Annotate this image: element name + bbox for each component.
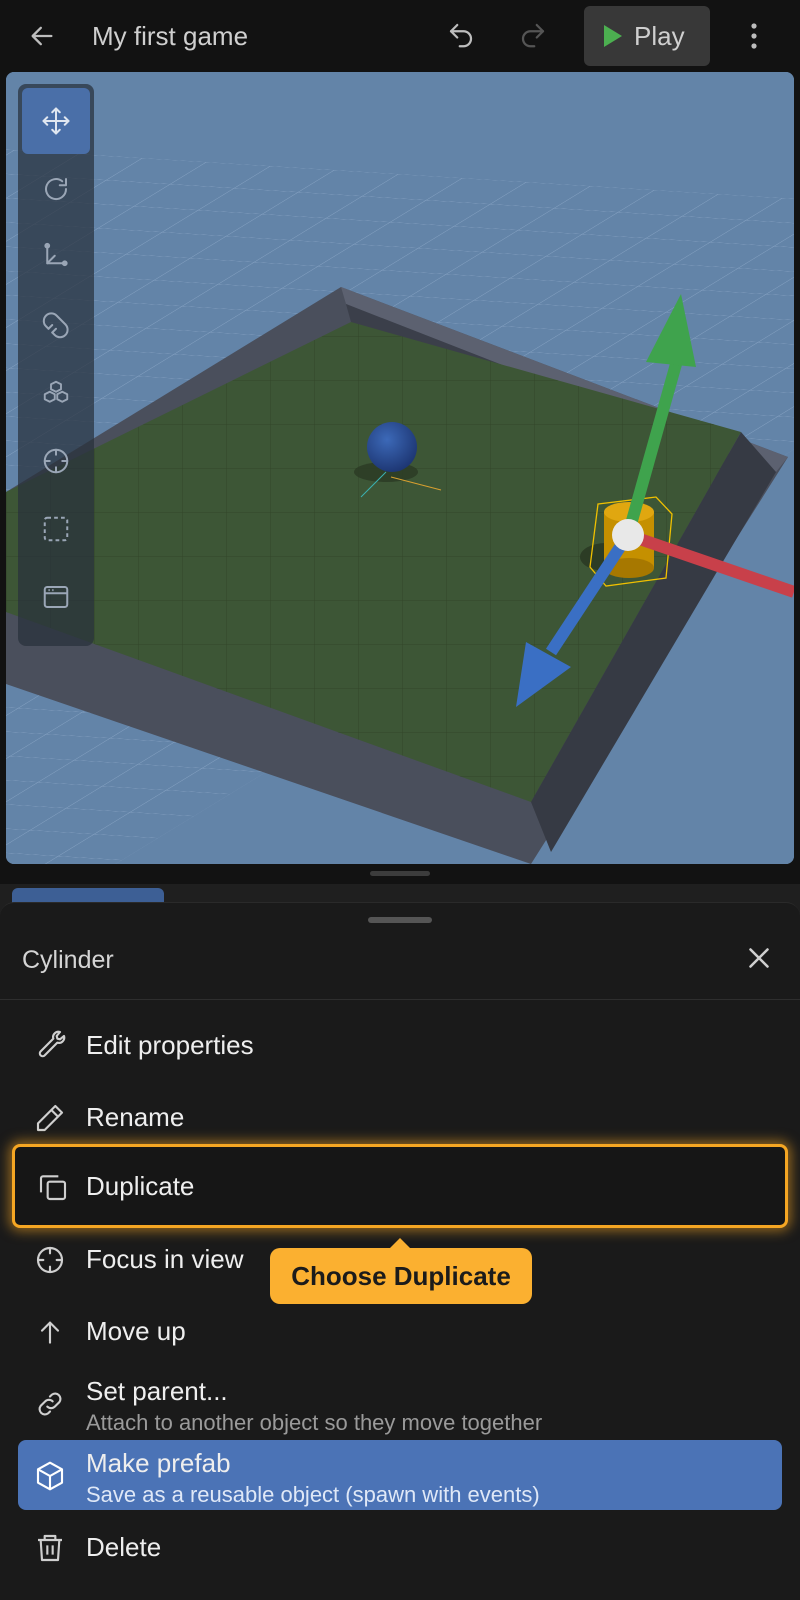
tooltip-arrow xyxy=(388,1238,412,1250)
wrench-icon xyxy=(38,1030,66,1058)
viewport-resize-handle[interactable] xyxy=(370,871,430,876)
menu-item-label: Focus in view xyxy=(86,1244,244,1274)
menu-item-rename[interactable]: Rename xyxy=(18,1082,782,1152)
window-icon xyxy=(43,586,69,608)
tool-rotate[interactable] xyxy=(22,156,90,222)
tool-rail xyxy=(18,84,94,646)
play-label: Play xyxy=(634,20,685,51)
selection-box-icon xyxy=(43,516,69,542)
cubes-icon xyxy=(43,380,69,403)
menu-item-description: Attach to another object so they move to… xyxy=(86,1410,543,1435)
tool-focus[interactable] xyxy=(22,428,90,494)
rotate-icon xyxy=(45,178,68,201)
tool-move[interactable] xyxy=(22,88,90,154)
arrow-left-icon xyxy=(31,26,53,46)
pencil-icon xyxy=(36,1104,64,1132)
back-button[interactable] xyxy=(22,18,62,54)
hint-tooltip: Choose Duplicate xyxy=(270,1238,532,1304)
menu-item-label: Set parent... xyxy=(86,1376,228,1406)
close-button[interactable] xyxy=(742,941,778,977)
play-icon xyxy=(604,25,622,47)
menu-item-label: Duplicate xyxy=(86,1171,195,1201)
menu-item-description: Save as a reusable object (spawn with ev… xyxy=(86,1482,540,1507)
tooltip-text: Choose Duplicate xyxy=(291,1260,511,1291)
tool-select[interactable] xyxy=(22,496,90,562)
sheet-divider xyxy=(0,999,800,1000)
sheet-title: Cylinder xyxy=(22,946,114,974)
scale-axes-icon xyxy=(44,242,68,267)
top-bar: My first game Play xyxy=(0,0,800,72)
box-icon xyxy=(36,1461,64,1491)
crosshair-icon xyxy=(36,1246,64,1274)
close-icon xyxy=(749,948,769,968)
more-menu-button[interactable] xyxy=(738,18,774,54)
scene-canvas[interactable] xyxy=(6,72,794,864)
undo-icon xyxy=(449,23,473,48)
menu-item-label: Edit properties xyxy=(86,1030,254,1060)
copy-icon xyxy=(39,1175,67,1201)
menu-item-label: Rename xyxy=(86,1102,185,1132)
tool-window[interactable] xyxy=(22,564,90,630)
sheet-grab-handle[interactable] xyxy=(368,917,432,923)
menu-item-label: Move up xyxy=(86,1316,186,1346)
arrow-up-icon xyxy=(40,1321,60,1344)
menu-item-edit-properties[interactable]: Edit properties xyxy=(18,1010,782,1080)
play-button[interactable]: Play xyxy=(584,6,710,66)
tool-objects[interactable] xyxy=(22,360,90,426)
tool-scale[interactable] xyxy=(22,224,90,290)
menu-item-make-prefab[interactable]: Make prefab Save as a reusable object (s… xyxy=(18,1440,782,1510)
trash-icon xyxy=(38,1534,62,1562)
link-icon xyxy=(38,1392,62,1416)
magnet-icon xyxy=(42,312,69,339)
move-icon xyxy=(42,107,70,135)
tool-snap[interactable] xyxy=(22,292,90,358)
redo-button[interactable] xyxy=(518,20,554,56)
menu-item-duplicate[interactable]: Duplicate xyxy=(12,1144,788,1228)
crosshair-icon xyxy=(43,448,69,474)
menu-item-label: Delete xyxy=(86,1532,162,1562)
more-vertical-icon xyxy=(751,23,757,49)
project-title: My first game xyxy=(92,21,249,51)
menu-item-set-parent[interactable]: Set parent... Attach to another object s… xyxy=(18,1368,782,1438)
redo-icon xyxy=(521,23,545,48)
undo-button[interactable] xyxy=(446,20,482,56)
menu-item-move-up[interactable]: Move up xyxy=(18,1296,782,1366)
menu-item-delete[interactable]: Delete xyxy=(18,1512,782,1582)
menu-item-label: Make prefab xyxy=(86,1448,231,1478)
sphere-object[interactable] xyxy=(367,422,417,472)
scene-viewport[interactable] xyxy=(6,72,794,864)
